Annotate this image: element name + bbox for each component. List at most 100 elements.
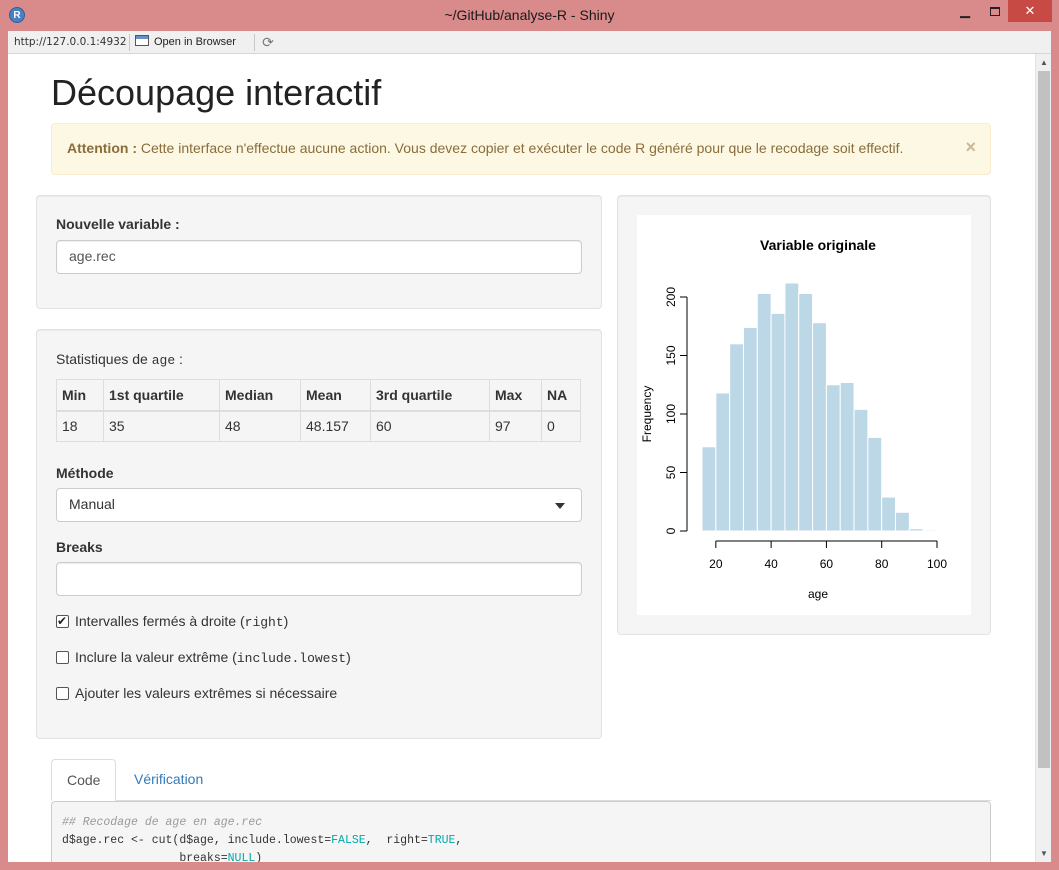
histogram-bar [881,496,897,532]
stats-header: Min [56,379,104,412]
option-include-lowest[interactable]: Inclure la valeur extrême (include.lowes… [56,648,351,666]
stats-header: Mean [300,379,371,412]
option-right-closed[interactable]: Intervalles fermés à droite (right) [56,612,288,630]
maximize-button[interactable] [980,0,1010,22]
stats-caption-suffix: : [179,351,183,367]
histogram-bar [908,528,924,532]
histogram-bar [784,282,800,532]
toolbar-divider [129,34,130,51]
histogram-bar [701,446,717,532]
alert-text: Cette interface n'effectue aucune action… [140,140,904,156]
breaks-label: Breaks [56,539,103,555]
stats-table: Min 1st quartile Median Mean 3rd quartil… [56,379,581,442]
right-closed-checkbox[interactable] [56,613,69,629]
histogram-bar [756,292,772,532]
plot-panel: Variable originale 20 40 60 80 100 age 0 50 100 15… [617,195,991,635]
close-button[interactable]: ✕ [1008,0,1052,22]
generated-code: ## Recodage de age en age.rec d$age.rec … [51,801,991,862]
stats-cell: 48.157 [300,410,371,442]
stats-cell: 97 [489,410,542,442]
stats-header-row: Min 1st quartile Median Mean 3rd quartil… [56,379,581,412]
histogram-bar [867,436,883,532]
y-axis-label: Frequency [640,386,654,443]
code-text: ) [255,852,263,862]
code-const: FALSE [331,834,366,847]
code-text: breaks= [62,852,228,862]
window-title: ~/GitHub/analyse-R - Shiny [444,7,615,23]
y-tick-label: 100 [664,404,678,424]
scrollbar-thumb[interactable] [1038,71,1050,768]
histogram-bar [715,392,731,532]
x-tick-label: 40 [764,557,778,571]
method-select[interactable]: Manual [56,488,582,522]
method-label: Méthode [56,465,114,481]
include-lowest-checkbox[interactable] [56,651,69,664]
code-text: , [455,834,463,847]
tab-code[interactable]: Code [51,759,117,801]
browser-window-icon [135,35,149,46]
app-viewport: Découpage interactif Attention : Cette i… [8,54,1035,862]
histogram-bar [729,343,744,532]
stats-header: 3rd quartile [370,379,490,412]
open-in-browser-button[interactable]: Open in Browser [135,34,236,51]
y-tick-label: 0 [664,527,678,534]
stats-cell: 48 [219,410,301,442]
code-comment: ## Recodage de age en age.rec [62,816,263,829]
y-tick-label: 50 [664,466,678,480]
page-title: Découpage interactif [51,72,382,113]
stats-caption-prefix: Statistiques de [56,351,148,367]
vertical-scrollbar[interactable]: ▲ ▼ [1035,54,1051,862]
x-tick-label: 100 [927,557,947,571]
stats-header: Max [489,379,542,412]
option-code: include.lowest [236,651,347,666]
chevron-down-icon [555,503,565,509]
x-tick-label: 80 [875,557,889,571]
stats-cell: 60 [370,410,490,442]
add-extremes-checkbox[interactable] [56,687,69,700]
table-row: 18 35 48 48.157 60 97 0 [56,410,581,442]
histogram-bar [825,384,841,532]
histogram-plot: Variable originale 20 40 60 80 100 age 0 50 100 15… [637,215,971,615]
viewer-toolbar: http://127.0.0.1:4932 Open in Browser ⟳ [8,31,1051,54]
histogram-bar [922,529,938,532]
tab-verification[interactable]: Vérification [119,759,218,801]
y-tick-label: 150 [664,345,678,365]
option-add-extremes[interactable]: Ajouter les valeurs extrêmes si nécessai… [56,684,337,702]
toolbar-divider [254,34,255,51]
stats-cell: 18 [56,410,104,442]
histogram-bar [812,322,827,532]
stats-header: 1st quartile [103,379,220,412]
stats-header: Median [219,379,301,412]
breaks-input[interactable] [56,562,582,596]
code-const: TRUE [427,834,456,847]
scroll-down-icon[interactable]: ▼ [1036,845,1052,862]
options-panel: Statistiques de age : Min 1st quartile M… [36,329,602,739]
open-in-browser-label: Open in Browser [154,36,236,48]
minimize-button[interactable]: ▁ [950,0,980,22]
alert-strong: Attention : [67,140,137,156]
method-selected-value: Manual [69,496,115,512]
alert-close-button[interactable]: × [965,137,976,158]
new-variable-panel: Nouvelle variable : age.rec [36,195,602,309]
code-text: d$age.rec <- cut(d$age, include.lowest= [62,834,332,847]
scroll-up-icon[interactable]: ▲ [1036,54,1052,71]
histogram-bar [798,292,814,532]
title-bar: R ~/GitHub/analyse-R - Shiny ▁ ✕ [0,0,1059,31]
url-text: http://127.0.0.1:4932 [14,36,127,48]
chart-title: Variable originale [760,237,876,253]
app-window: R ~/GitHub/analyse-R - Shiny ▁ ✕ http://… [0,0,1059,870]
output-tabs: Code Vérification [51,759,991,801]
stats-variable-name: age [151,353,176,368]
new-variable-label: Nouvelle variable : [56,216,180,232]
stats-cell: 0 [541,410,581,442]
refresh-icon[interactable]: ⟳ [260,34,276,50]
x-axis-label: age [808,587,828,601]
histogram-bar [895,511,910,532]
code-const: NULL [227,852,256,862]
stats-cell: 35 [103,410,220,442]
option-label: Ajouter les valeurs extrêmes si nécessai… [75,685,338,701]
warning-alert: Attention : Cette interface n'effectue a… [51,123,991,175]
new-variable-input[interactable]: age.rec [56,240,582,274]
stats-header: NA [541,379,581,412]
histogram-bar [742,326,758,532]
